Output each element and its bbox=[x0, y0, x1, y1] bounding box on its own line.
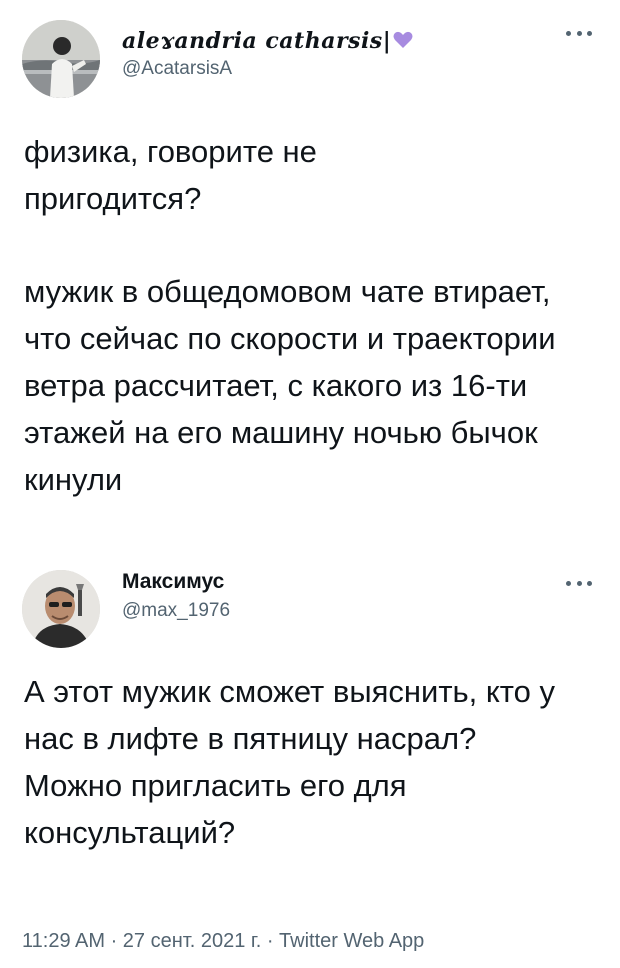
avatar[interactable] bbox=[22, 570, 100, 648]
tweet-paragraph-1: физика, говорите не пригодится? bbox=[24, 134, 317, 216]
avatar[interactable] bbox=[22, 20, 100, 98]
tweet-text-paragraph: физика, говорите не пригодится? bbox=[24, 128, 594, 222]
tweet: aleɤandria catharsis| @AcatarsisA физика… bbox=[0, 0, 620, 497]
tweet-header: Максимус @max_1976 bbox=[0, 550, 620, 660]
display-name[interactable]: Максимус bbox=[122, 570, 224, 594]
more-horizontal-icon[interactable] bbox=[566, 576, 592, 590]
tweet-header: aleɤandria catharsis| @AcatarsisA bbox=[0, 0, 620, 110]
more-horizontal-icon[interactable] bbox=[566, 26, 592, 40]
display-name-text: aleɤandria catharsis| bbox=[122, 28, 392, 54]
user-handle[interactable]: @max_1976 bbox=[122, 600, 230, 622]
user-handle[interactable]: @AcatarsisA bbox=[122, 58, 232, 80]
tweet-paragraph-2: Можно пригласить его для консультаций? bbox=[24, 768, 407, 850]
tweet: Максимус @max_1976 А этот мужик сможет в… bbox=[0, 550, 620, 952]
tweet-timestamp[interactable]: 11:29 AM · 27 сент. 2021 г. · Twitter We… bbox=[22, 930, 424, 953]
tweet-text-paragraph: мужик в общедомовом чате втирает, что се… bbox=[24, 268, 594, 503]
tweet-paragraph-2: мужик в общедомовом чате втирает, что се… bbox=[24, 274, 556, 497]
tweet-paragraph-1: А этот мужик сможет выяснить, кто у нас … bbox=[24, 674, 556, 756]
purple-heart-icon bbox=[393, 29, 413, 55]
tweet-text: А этот мужик сможет выяснить, кто у нас … bbox=[24, 668, 594, 856]
display-name[interactable]: aleɤandria catharsis| bbox=[122, 28, 413, 55]
